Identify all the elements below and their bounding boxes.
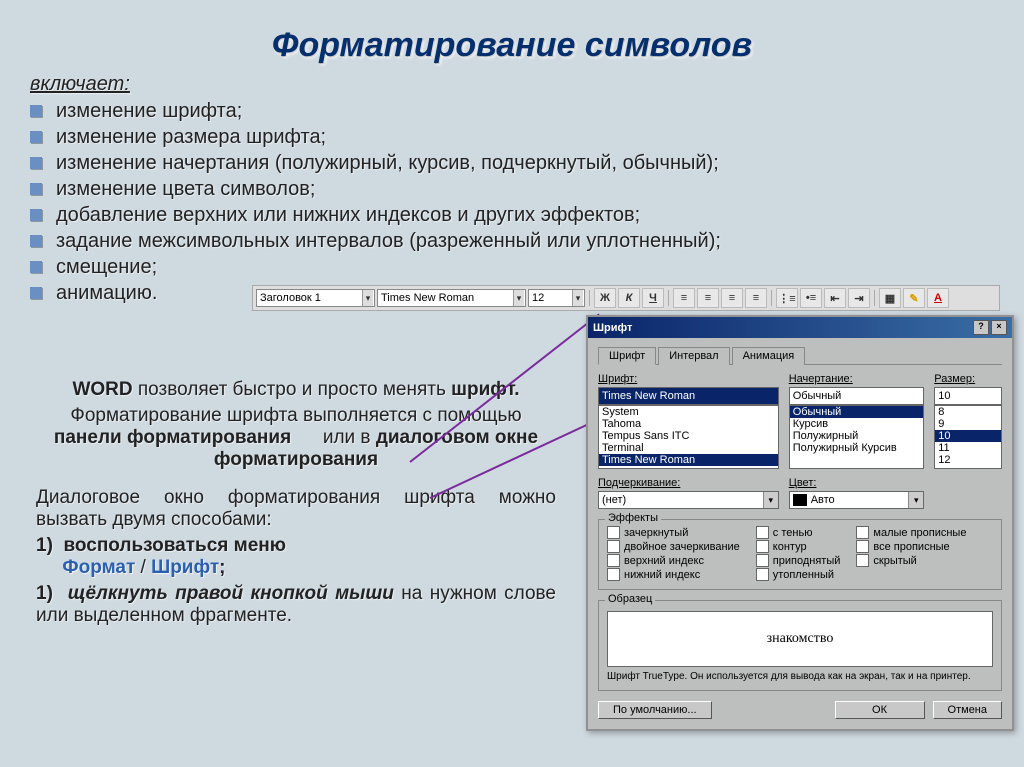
color-swatch-icon	[793, 494, 807, 506]
size-list[interactable]: 8 9 10 11 12	[934, 405, 1002, 469]
effects-label: Эффекты	[605, 512, 661, 524]
outdent-button[interactable]: ⇤	[824, 288, 846, 308]
list-item[interactable]: System	[599, 406, 778, 418]
checkbox-doublestrike[interactable]: двойное зачеркивание	[607, 540, 740, 553]
font-combo[interactable]: Times New Roman	[377, 289, 526, 307]
bullet-item: изменение размера шрифта;	[30, 124, 994, 150]
dialog-title-text: Шрифт	[593, 322, 632, 334]
checkbox-shadow[interactable]: с тенью	[756, 526, 841, 539]
variant-input[interactable]: Обычный	[789, 387, 925, 405]
font-color-button[interactable]: A	[927, 288, 949, 308]
list-item[interactable]: Обычный	[790, 406, 924, 418]
list-item[interactable]: 11	[935, 442, 1001, 454]
color-label: Цвет:	[789, 477, 925, 489]
variant-label: Начертание:	[789, 373, 925, 385]
ok-button[interactable]: ОК	[835, 701, 925, 719]
font-dialog: Шрифт ? × Шрифт Интервал Анимация Шрифт:…	[586, 315, 1014, 731]
dialog-tabs: Шрифт Интервал Анимация	[598, 346, 1002, 365]
sample-group: Образец знакомство Шрифт TrueType. Он ис…	[598, 600, 1002, 691]
default-button[interactable]: По умолчанию...	[598, 701, 712, 719]
body-list-1: 1) воспользоваться меню Формат / Шрифт;	[36, 535, 556, 579]
numbered-list-button[interactable]: ⋮≡	[776, 288, 798, 308]
hint-text: Шрифт TrueType. Он используется для выво…	[607, 671, 993, 682]
dialog-titlebar[interactable]: Шрифт ? ×	[588, 317, 1012, 338]
checkbox-allcaps[interactable]: все прописные	[856, 540, 966, 553]
italic-button[interactable]: К	[618, 288, 640, 308]
list-item[interactable]: Полужирный	[790, 430, 924, 442]
align-left-button[interactable]: ≡	[673, 288, 695, 308]
tab-animation[interactable]: Анимация	[732, 347, 806, 365]
list-item[interactable]: 9	[935, 418, 1001, 430]
tab-font[interactable]: Шрифт	[598, 347, 656, 365]
body-line-1: WORD позволяет быстро и просто менять шр…	[36, 379, 556, 401]
checkbox-subscript[interactable]: нижний индекс	[607, 568, 740, 581]
bold-button[interactable]: Ж	[594, 288, 616, 308]
bullet-item: изменение шрифта;	[30, 98, 994, 124]
effects-group: Эффекты зачеркнутый двойное зачеркивание…	[598, 519, 1002, 590]
list-item[interactable]: 12	[935, 454, 1001, 466]
align-center-button[interactable]: ≡	[697, 288, 719, 308]
list-item[interactable]: Tahoma	[599, 418, 778, 430]
bullet-item: добавление верхних или нижних индексов и…	[30, 202, 994, 228]
bulleted-list-button[interactable]: •≡	[800, 288, 822, 308]
cancel-button[interactable]: Отмена	[933, 701, 1002, 719]
sample-preview: знакомство	[607, 611, 993, 667]
list-item[interactable]: 8	[935, 406, 1001, 418]
body-list-2: 1) щёлкнуть правой кнопкой мыши на нужно…	[36, 583, 556, 627]
align-justify-button[interactable]: ≡	[745, 288, 767, 308]
checkbox-hidden[interactable]: скрытый	[856, 554, 966, 567]
size-label: Размер:	[934, 373, 1002, 385]
checkbox-engrave[interactable]: утопленный	[756, 568, 841, 581]
bullet-item: изменение цвета символов;	[30, 176, 994, 202]
font-input[interactable]: Times New Roman	[598, 387, 779, 405]
size-combo[interactable]: 12	[528, 289, 585, 307]
bullet-item: смещение;	[30, 254, 994, 280]
bullet-list: изменение шрифта; изменение размера шриф…	[30, 98, 994, 306]
variant-list[interactable]: Обычный Курсив Полужирный Полужирный Кур…	[789, 405, 925, 469]
borders-button[interactable]: ▦	[879, 288, 901, 308]
checkbox-strike[interactable]: зачеркнутый	[607, 526, 740, 539]
body-line-3: Диалоговое окно форматирования шрифта мо…	[36, 487, 556, 531]
font-list[interactable]: System Tahoma Tempus Sans ITC Terminal T…	[598, 405, 779, 469]
color-combo[interactable]: Авто	[789, 491, 925, 509]
help-button[interactable]: ?	[973, 320, 989, 335]
list-item[interactable]: Tempus Sans ITC	[599, 430, 778, 442]
tab-spacing[interactable]: Интервал	[658, 347, 729, 365]
close-button[interactable]: ×	[991, 320, 1007, 335]
font-label: Шрифт:	[598, 373, 779, 385]
size-input[interactable]: 10	[934, 387, 1002, 405]
underline-label: Подчеркивание:	[598, 477, 779, 489]
list-item[interactable]: Полужирный Курсив	[790, 442, 924, 454]
checkbox-emboss[interactable]: приподнятый	[756, 554, 841, 567]
body-line-2: Форматирование шрифта выполняется с помо…	[36, 405, 556, 471]
sample-label: Образец	[605, 593, 655, 605]
checkbox-outline[interactable]: контур	[756, 540, 841, 553]
bullet-item: изменение начертания (полужирный, курсив…	[30, 150, 994, 176]
underline-button[interactable]: Ч	[642, 288, 664, 308]
list-item[interactable]: 10	[935, 430, 1001, 442]
list-item[interactable]: Times New Roman	[599, 454, 778, 466]
list-item[interactable]: Курсив	[790, 418, 924, 430]
formatting-toolbar: Заголовок 1 Times New Roman 12 Ж К Ч ≡ ≡…	[252, 285, 1000, 311]
checkbox-superscript[interactable]: верхний индекс	[607, 554, 740, 567]
underline-combo[interactable]: (нет)	[598, 491, 779, 509]
intro-text: включает:	[30, 73, 994, 96]
align-right-button[interactable]: ≡	[721, 288, 743, 308]
checkbox-smallcaps[interactable]: малые прописные	[856, 526, 966, 539]
highlight-button[interactable]: ✎	[903, 288, 925, 308]
indent-button[interactable]: ⇥	[848, 288, 870, 308]
list-item[interactable]: Terminal	[599, 442, 778, 454]
slide-title: Форматирование символов	[30, 26, 994, 65]
style-combo[interactable]: Заголовок 1	[256, 289, 375, 307]
bullet-item: задание межсимвольных интервалов (разреж…	[30, 228, 994, 254]
